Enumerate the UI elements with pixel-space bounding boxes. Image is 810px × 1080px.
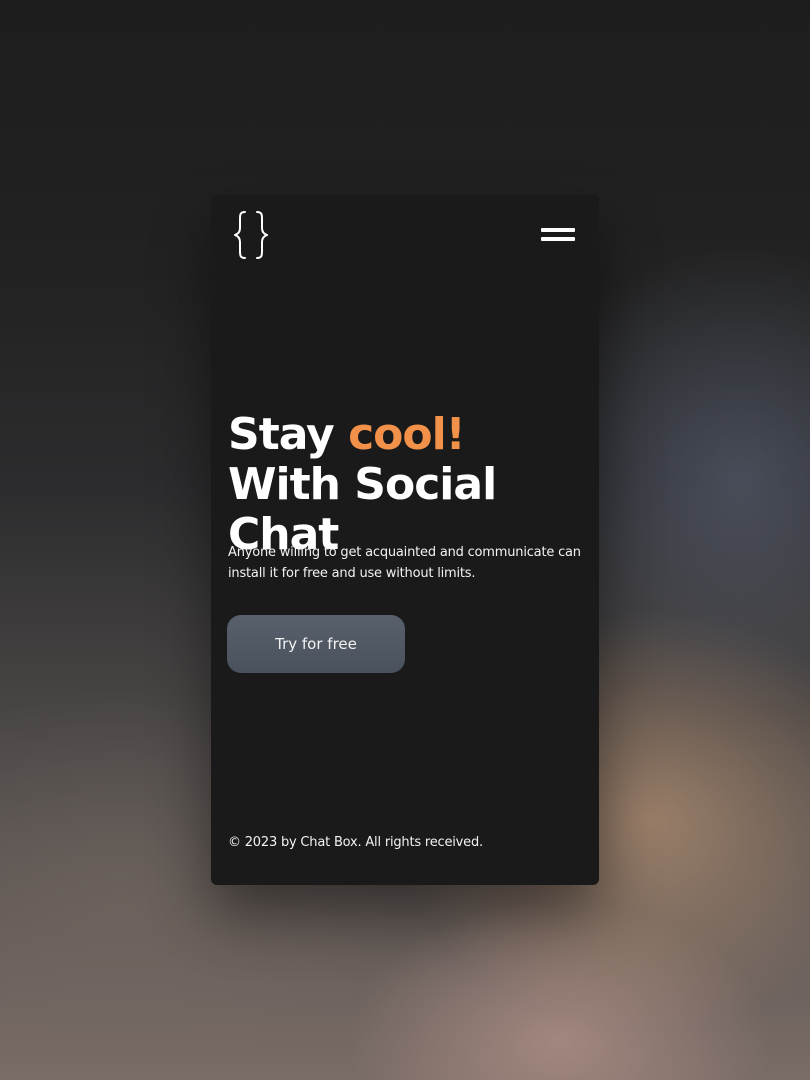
- hero-subtitle: Anyone willing to get acquainted and com…: [228, 545, 581, 581]
- menu-line-top: [541, 228, 575, 232]
- hamburger-menu-icon[interactable]: [541, 228, 575, 244]
- footer-copyright: © 2023 by Chat Box. All rights received.: [228, 835, 483, 850]
- curly-braces-icon[interactable]: [233, 207, 269, 263]
- hero-title-accent: cool!: [348, 409, 466, 460]
- hero-title: Stay cool! With Social Chat: [228, 410, 588, 560]
- menu-line-bottom: [541, 237, 575, 241]
- hero-title-part1: Stay: [228, 409, 349, 460]
- try-for-free-button[interactable]: Try for free: [227, 615, 405, 673]
- landing-card: Stay cool! With Social Chat Anyone willi…: [211, 195, 599, 885]
